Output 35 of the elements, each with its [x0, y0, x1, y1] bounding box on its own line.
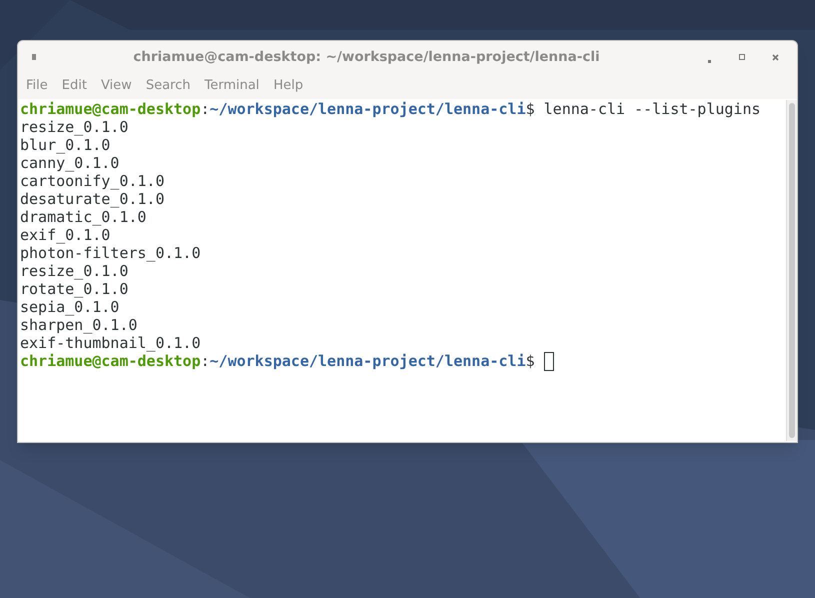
prompt-path: ~/workspace/lenna-project/lenna-cli [210, 352, 526, 370]
scrollbar[interactable] [786, 100, 797, 441]
output-line: sepia_0.1.0 [20, 298, 120, 316]
output-line: photon-filters_0.1.0 [20, 244, 201, 262]
menu-item[interactable]: File [22, 76, 52, 96]
menu-item[interactable]: Help [269, 76, 308, 96]
menu-item[interactable]: Edit [58, 76, 91, 96]
output-line: cartoonify_0.1.0 [20, 172, 164, 190]
window-title: chriamue@cam-desktop: ~/workspace/lenna-project/lenna-cli [133, 48, 600, 67]
prompt-path: ~/workspace/lenna-project/lenna-cli [210, 100, 526, 118]
menu-item[interactable]: View [96, 76, 136, 96]
prompt-symbol: $ [526, 352, 535, 370]
command-text: lenna-cli --list-plugins [544, 100, 761, 118]
output-line: desaturate_0.1.0 [20, 190, 164, 208]
maximize-icon [739, 54, 745, 60]
output-line: rotate_0.1.0 [20, 280, 128, 298]
menu-item[interactable]: Search [142, 76, 194, 96]
prompt-separator: : [200, 352, 210, 370]
output-line: resize_0.1.0 [20, 118, 128, 136]
output-line: dramatic_0.1.0 [20, 208, 146, 226]
close-icon [772, 54, 778, 60]
output-line: canny_0.1.0 [20, 154, 120, 172]
prompt-symbol: $ [526, 100, 535, 118]
output-line: exif_0.1.0 [20, 226, 110, 244]
output-line: resize_0.1.0 [20, 262, 128, 280]
output-line: blur_0.1.0 [20, 136, 110, 154]
window-menu-icon [32, 54, 36, 60]
minimize-icon [708, 60, 710, 62]
prompt-separator: : [200, 100, 210, 118]
menu-item[interactable]: Terminal [200, 76, 264, 96]
scrollbar-thumb[interactable] [789, 103, 795, 438]
output-line: sharpen_0.1.0 [20, 316, 138, 334]
prompt-user: chriamue@cam-desktop [20, 100, 201, 118]
prompt-user: chriamue@cam-desktop [20, 352, 201, 370]
output-line: exif-thumbnail_0.1.0 [20, 334, 201, 352]
